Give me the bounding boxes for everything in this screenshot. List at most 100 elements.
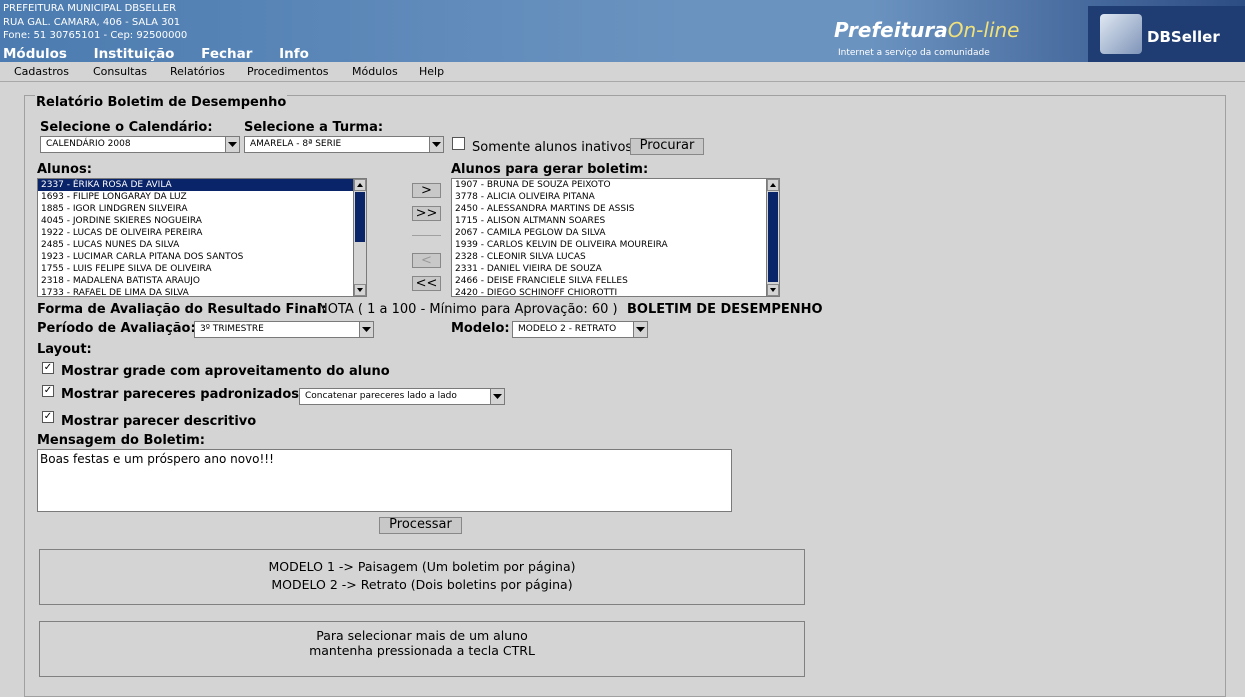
evaluation-value: NOTA ( 1 a 100 - Mínimo para Aprovação: … (318, 302, 618, 317)
calendar-label: Selecione o Calendário: (40, 120, 213, 135)
list-item[interactable]: 1885 - IGOR LINDGREN SILVEIRA (38, 203, 366, 215)
layout-label: Layout: (37, 342, 92, 357)
vendor-logo-icon (1100, 14, 1142, 54)
list-item[interactable]: 2420 - DIEGO SCHINOFF CHIOROTTI (452, 287, 779, 296)
list-item[interactable]: 1907 - BRUNA DE SOUZA PEIXOTO (452, 179, 779, 191)
list-item[interactable]: 1923 - LUCIMAR CARLA PITANA DOS SANTOS (38, 251, 366, 263)
submenu-help[interactable]: Help (419, 65, 444, 78)
submenu-cadastros[interactable]: Cadastros (14, 65, 69, 78)
selection-info-box: Para selecionar mais de um aluno mantenh… (39, 621, 805, 677)
list-item[interactable]: 1922 - LUCAS DE OLIVEIRA PEREIRA (38, 227, 366, 239)
model-info-box: MODELO 1 -> Paisagem (Um boletim por pág… (39, 549, 805, 605)
list-item[interactable]: 2337 - ÉRIKA ROSA DE AVILA (38, 179, 366, 191)
submenu-relatorios[interactable]: Relatórios (170, 65, 225, 78)
grade-checkbox[interactable]: ✓ (42, 362, 54, 374)
standard-option-label: Mostrar pareceres padronizados (61, 387, 300, 402)
inactive-label: Somente alunos inativos (472, 140, 633, 155)
top-menu: Módulos Instituição Fechar Info (3, 46, 331, 62)
brand-tagline: Internet a serviço da comunidade (838, 48, 990, 58)
calendar-select[interactable]: CALENDÁRIO 2008 (40, 136, 240, 153)
students-scrollbar[interactable] (353, 179, 366, 296)
info-select1: Para selecionar mais de um aluno (316, 628, 528, 643)
form-legend: Relatório Boletim de Desempenho (35, 95, 288, 110)
inactive-checkbox[interactable] (452, 137, 465, 150)
button-divider (412, 235, 441, 236)
list-item[interactable]: 2450 - ALESSANDRA MARTINS DE ASSIS (452, 203, 779, 215)
model-select[interactable]: MODELO 2 - RETRATO (512, 321, 648, 338)
scroll-up-icon[interactable] (767, 179, 779, 191)
scroll-thumb[interactable] (768, 192, 778, 282)
org-name: PREFEITURA MUNICIPAL DBSELLER (3, 3, 177, 14)
class-select[interactable]: AMARELA - 8ª SERIE (244, 136, 444, 153)
chevron-down-icon (633, 322, 647, 337)
brand-logo: PrefeituraOn-line (834, 18, 1019, 42)
standard-checkbox[interactable]: ✓ (42, 385, 54, 397)
scroll-down-icon[interactable] (354, 284, 366, 296)
target-students-list[interactable]: 1907 - BRUNA DE SOUZA PEIXOTO 3778 - ALI… (451, 178, 780, 297)
top-menu-instituicao[interactable]: Instituição (94, 46, 175, 62)
class-label: Selecione a Turma: (244, 120, 384, 135)
vendor-name: DBSeller (1147, 28, 1220, 46)
grade-option-label: Mostrar grade com aproveitamento do alun… (61, 364, 390, 379)
sub-menu: Cadastros Consultas Relatórios Procedime… (0, 62, 1245, 82)
list-item[interactable]: 2485 - LUCAS NUNES DA SILVA (38, 239, 366, 251)
message-textarea[interactable]: Boas festas e um próspero ano novo!!! (37, 449, 732, 512)
info-select2: mantenha pressionada a tecla CTRL (309, 643, 535, 658)
list-item[interactable]: 1733 - RAFAEL DE LIMA DA SILVA (38, 287, 366, 296)
descriptive-checkbox[interactable]: ✓ (42, 411, 54, 423)
period-label: Período de Avaliação: (37, 321, 196, 336)
descriptive-option-label: Mostrar parecer descritivo (61, 414, 257, 429)
process-button[interactable]: Processar (379, 517, 462, 534)
top-menu-fechar[interactable]: Fechar (201, 46, 252, 62)
students-list[interactable]: 2337 - ÉRIKA ROSA DE AVILA 1693 - FILIPE… (37, 178, 367, 297)
app-header: PREFEITURA MUNICIPAL DBSELLER RUA GAL. C… (0, 0, 1245, 62)
scroll-up-icon[interactable] (354, 179, 366, 191)
move-left-button[interactable]: < (412, 253, 441, 268)
target-label: Alunos para gerar boletim: (451, 162, 649, 177)
list-item[interactable]: 1693 - FILIPE LONGARAY DA LUZ (38, 191, 366, 203)
list-item[interactable]: 4045 - JORDINE SKIERES NOGUEIRA (38, 215, 366, 227)
model-value: MODELO 2 - RETRATO (518, 324, 617, 334)
org-info: PREFEITURA MUNICIPAL DBSELLER RUA GAL. C… (3, 2, 187, 43)
evaluation-label: Forma de Avaliação do Resultado Final: (37, 302, 327, 317)
chevron-down-icon (429, 137, 443, 152)
list-item[interactable]: 1755 - LUIS FELIPE SILVA DE OLIVEIRA (38, 263, 366, 275)
chevron-down-icon (490, 389, 504, 404)
top-menu-modulos[interactable]: Módulos (3, 46, 67, 62)
calendar-value: CALENDÁRIO 2008 (46, 139, 131, 149)
list-item[interactable]: 2318 - MADALENA BATISTA ARAUJO (38, 275, 366, 287)
submenu-procedimentos[interactable]: Procedimentos (247, 65, 329, 78)
info-model2: MODELO 2 -> Retrato (Dois boletins por p… (271, 577, 573, 592)
move-right-button[interactable]: > (412, 183, 441, 198)
top-menu-info[interactable]: Info (279, 46, 309, 62)
standard-mode-select[interactable]: Concatenar pareceres lado a lado (299, 388, 505, 405)
list-item[interactable]: 1939 - CARLOS KELVIN DE OLIVEIRA MOUREIR… (452, 239, 779, 251)
model-label: Modelo: (451, 321, 510, 336)
move-all-left-button[interactable]: << (412, 276, 441, 291)
info-model1: MODELO 1 -> Paisagem (Um boletim por pág… (268, 559, 576, 574)
students-label: Alunos: (37, 162, 92, 177)
chevron-down-icon (359, 322, 373, 337)
period-value: 3º TRIMESTRE (200, 324, 264, 334)
org-address: RUA GAL. CAMARA, 406 - SALA 301 (3, 16, 181, 28)
list-item[interactable]: 2331 - DANIEL VIEIRA DE SOUZA (452, 263, 779, 275)
scroll-thumb[interactable] (355, 192, 365, 242)
list-item[interactable]: 2328 - CLEONIR SILVA LUCAS (452, 251, 779, 263)
list-item[interactable]: 2067 - CAMILA PEGLOW DA SILVA (452, 227, 779, 239)
submenu-modulos[interactable]: Módulos (352, 65, 398, 78)
brand-online: On-line (947, 18, 1020, 42)
search-button[interactable]: Procurar (630, 138, 704, 155)
class-value: AMARELA - 8ª SERIE (250, 139, 342, 149)
list-item[interactable]: 2466 - DEISE FRANCIELE SILVA FELLES (452, 275, 779, 287)
scroll-down-icon[interactable] (767, 284, 779, 296)
move-all-right-button[interactable]: >> (412, 206, 441, 221)
report-title: BOLETIM DE DESEMPENHO (627, 302, 823, 317)
submenu-consultas[interactable]: Consultas (93, 65, 147, 78)
brand-main: Prefeitura (834, 18, 948, 42)
period-select[interactable]: 3º TRIMESTRE (194, 321, 374, 338)
list-item[interactable]: 3778 - ALICIA OLIVEIRA PITANA (452, 191, 779, 203)
org-contact: Fone: 51 30765101 - Cep: 92500000 (3, 30, 188, 41)
list-item[interactable]: 1715 - ALISON ALTMANN SOARES (452, 215, 779, 227)
target-scrollbar[interactable] (766, 179, 779, 296)
standard-mode-value: Concatenar pareceres lado a lado (305, 391, 457, 401)
